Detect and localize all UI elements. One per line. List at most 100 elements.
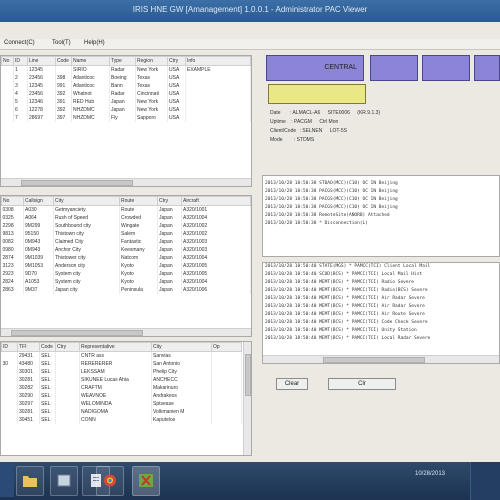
table-cell: 12345 — [27, 65, 56, 74]
table-row[interactable]: 2863 9M37 Japan city Peninsula Japan A320/100… — [1, 286, 251, 294]
central-button[interactable]: CENTRAL — [266, 55, 364, 81]
action-button-3[interactable] — [422, 55, 470, 81]
scrollbar-thumb[interactable] — [11, 330, 143, 336]
clr-button[interactable]: Clr — [328, 378, 396, 390]
scrollbar-thumb[interactable] — [21, 180, 133, 186]
table-cell: System city — [53, 278, 120, 286]
table-cell: 29431 — [17, 351, 40, 360]
column-header[interactable]: Info — [185, 56, 251, 66]
column-header[interactable]: ID — [13, 56, 28, 66]
column-header[interactable]: Aircraft — [181, 196, 251, 206]
action-button-2[interactable] — [370, 55, 418, 81]
table-row[interactable]: 2824 A1053 System city Kyoto Japan A320/1004 — [1, 278, 251, 286]
table-cell: Makarinuro — [151, 384, 212, 392]
log-line: 2013/10/28 18:50:38 PACGS(MCC)(C10) OC I… — [265, 189, 398, 194]
start-button[interactable] — [0, 463, 14, 497]
show-desktop-button[interactable] — [470, 462, 500, 500]
menu-help[interactable]: Help(H) — [84, 40, 105, 46]
table-row[interactable]: 30290 SEL WEAVNOE Andrakeos — [1, 392, 242, 400]
column-header[interactable]: No — [1, 196, 24, 206]
table-cell: SEL — [39, 400, 56, 408]
column-header[interactable]: Line — [27, 56, 56, 66]
table-cell: 4 — [13, 90, 28, 98]
table-cell — [1, 384, 18, 392]
table-row[interactable]: 3123 9M1053 Anderson city Kyoto Japan A320/10… — [1, 262, 251, 270]
table-row[interactable]: 6 12278 392 NHZDMC Japan New York USA — [1, 106, 251, 114]
table-row[interactable]: 5 12346 391 RED Hub Japan New York USA — [1, 98, 251, 106]
horizontal-scrollbar[interactable] — [263, 355, 499, 363]
table-cell: SEL — [39, 384, 56, 392]
table-row[interactable]: 9813 95150 Thistown city Salem Japan A320/100… — [1, 230, 251, 238]
table-row[interactable]: 0980 0M943 Anchor City Keesmany Japan A320/10… — [1, 246, 251, 254]
scrollbar-thumb[interactable] — [245, 354, 251, 396]
vertical-scrollbar[interactable] — [243, 342, 251, 455]
column-header[interactable]: Code — [39, 342, 56, 352]
column-header[interactable]: Type — [109, 56, 136, 66]
table-row[interactable]: 1 12345 SIRIO Radar New York USA EXAMPLE — [1, 65, 251, 74]
table-cell: Rush of Speed — [53, 214, 120, 222]
table-row[interactable]: 0325 A064 Rush of Speed Crowded Japan A320/10… — [1, 214, 251, 222]
table-row[interactable]: 30281 SEL NADIGOMA Volkmanien M — [1, 408, 242, 416]
column-header[interactable]: No — [1, 56, 14, 66]
scrollbar-thumb[interactable] — [323, 357, 425, 363]
window-icon — [57, 474, 71, 487]
table-cell: 2298 — [1, 222, 24, 230]
table-row[interactable]: 2923 9D70 System city Kyoto Japan A320/1005 — [1, 270, 251, 278]
log-line: 2013/10/28 18:50:38 * Disconnection(L) — [265, 221, 368, 226]
table-cell: USA — [167, 98, 186, 106]
table-cell: 9813 — [1, 230, 24, 238]
table-cell: LEKSSAM — [79, 368, 152, 376]
column-header[interactable]: Representative — [79, 342, 152, 352]
table-row[interactable]: 30282 SEL CRAFTM Makarinuro — [1, 384, 242, 392]
column-header[interactable]: Op — [211, 342, 242, 352]
table-row[interactable]: 30301 SEL LEKSSAM Phelip City — [1, 368, 242, 376]
table-row[interactable]: 0082 0M943 Claimed City Fantastic Japan A320/… — [1, 238, 251, 246]
table-row[interactable]: 29431 SEL CNTR ass Sanvias — [1, 351, 242, 360]
table-row[interactable]: 30297 SEL WELOMINDA Sptsease — [1, 400, 242, 408]
table-cell: USA — [167, 65, 186, 74]
table-row[interactable]: 0308 A030 Getmyanciety Route Japan A320/1001 — [1, 205, 251, 214]
taskbar-folder-icon[interactable] — [16, 466, 44, 496]
horizontal-scrollbar[interactable] — [1, 328, 251, 336]
table-row[interactable]: 30451 SEL CONN Kaputelos — [1, 416, 242, 424]
table-row[interactable]: 7 28697 397 NHZDMC Fly Sapporo USA — [1, 114, 251, 122]
menu-connect[interactable]: Connect(C) — [4, 40, 35, 46]
column-header[interactable]: Name — [71, 56, 110, 66]
table-cell: Japan — [157, 230, 182, 238]
column-header[interactable]: City — [53, 196, 120, 206]
taskbar-active-app-icon[interactable] — [132, 466, 160, 496]
info-label: Date — [270, 110, 281, 116]
table-row[interactable]: 2298 9M299 Southbound city Wingate Japan A320… — [1, 222, 251, 230]
taskbar-browser-icon[interactable] — [96, 466, 124, 496]
column-header[interactable]: TFI — [17, 342, 40, 352]
column-header[interactable]: City — [151, 342, 212, 352]
column-header[interactable]: Ctry — [157, 196, 182, 206]
table-cell: 398 — [55, 74, 72, 82]
info-value: Ctrl Mon — [319, 119, 339, 125]
column-header[interactable]: Code — [55, 56, 72, 66]
menu-tool[interactable]: Tool(T) — [52, 40, 71, 46]
folder-icon — [23, 476, 37, 487]
table-cell: 30 — [1, 360, 18, 368]
column-header[interactable]: ID — [1, 342, 18, 352]
table-row[interactable]: 2874 9M1039 Thistower city Natcom Japan A320/… — [1, 254, 251, 262]
table-row[interactable]: 3 12345 991 Atlanticoc Bann Texas USA — [1, 82, 251, 90]
table-cell: 2923 — [1, 270, 24, 278]
table-row[interactable]: 4 23456 392 Whatnot Radar Cincinnati USA — [1, 90, 251, 98]
table-cell — [211, 384, 242, 392]
table-row[interactable]: 2 23456 398 Atlanticoc Boeing Texas USA — [1, 74, 251, 82]
horizontal-scrollbar[interactable] — [1, 178, 251, 186]
table-cell — [55, 408, 80, 416]
table-cell — [211, 351, 242, 360]
column-header[interactable]: Ctry — [55, 342, 80, 352]
taskbar-app-icon[interactable] — [50, 466, 78, 496]
column-header[interactable]: Callsign — [23, 196, 54, 206]
table-row[interactable]: 30 43480 SEL RERERERER San Antonio — [1, 360, 242, 368]
log-line: 2013/10/28 18:50:40 MEMT(BCS) * PAMCC(TC… — [265, 288, 428, 293]
table-row[interactable]: 30281 SEL SIKUNEE Lucas Ahia ANCHECC — [1, 376, 242, 384]
column-header[interactable]: Ctry — [167, 56, 186, 66]
column-header[interactable]: Region — [135, 56, 168, 66]
column-header[interactable]: Route — [119, 196, 158, 206]
clear-button[interactable]: Clear — [276, 378, 308, 390]
action-button-4[interactable] — [474, 55, 500, 81]
